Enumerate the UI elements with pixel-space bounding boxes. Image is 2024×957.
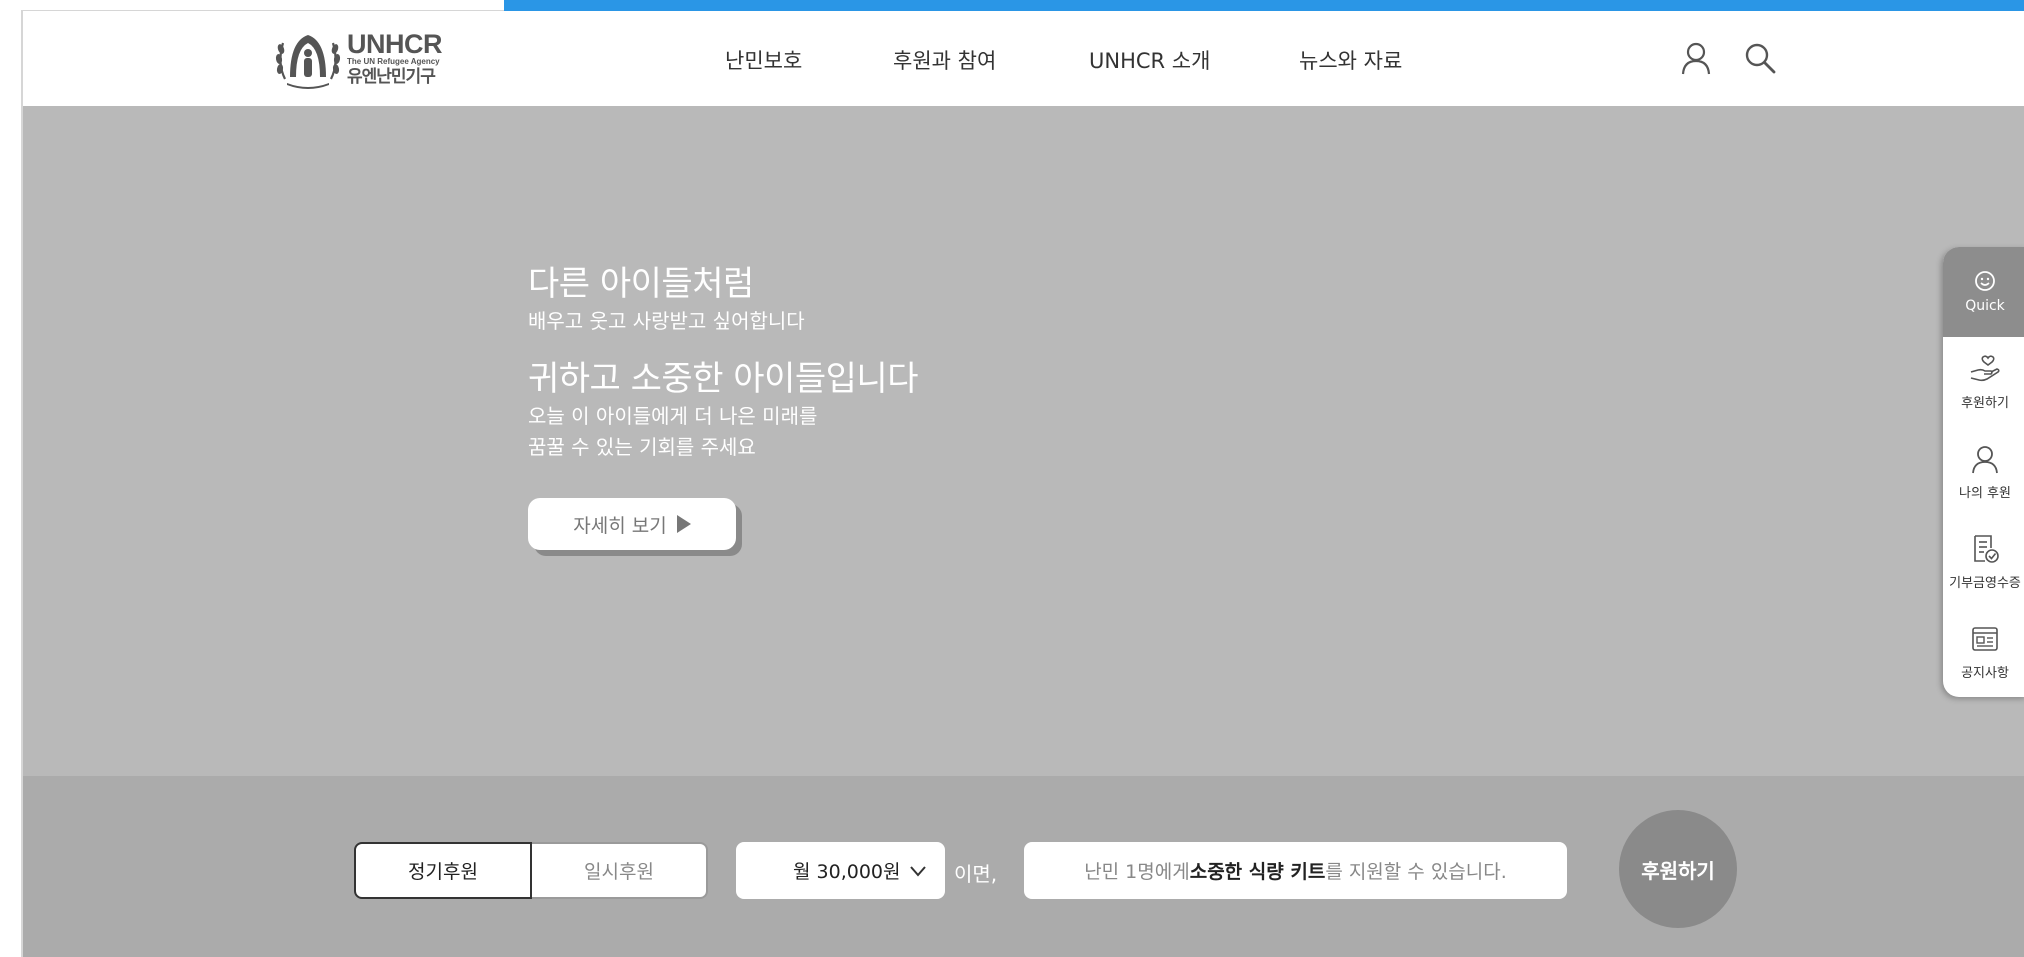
user-icon[interactable]: [1679, 41, 1713, 75]
quick-menu-toggle[interactable]: Quick: [1943, 247, 2024, 337]
hero-line-2: 오늘 이 아이들에게 더 나은 미래를: [528, 404, 818, 428]
more-button-label: 자세히 보기: [573, 514, 667, 537]
site-header: UNHCR The UN Refugee Agency 유엔난민기구 난민보호 …: [23, 11, 2024, 106]
main-nav: 난민보호 후원과 참여 UNHCR 소개 뉴스와 자료: [23, 11, 2024, 106]
quick-item-receipt-label: 기부금영수증: [1949, 575, 2021, 591]
play-icon: [676, 515, 691, 533]
quick-menu-label: Quick: [1965, 298, 2005, 314]
nav-item-about-unhcr[interactable]: UNHCR 소개: [1089, 45, 1210, 75]
donation-type-toggle: 정기후원 일시후원: [354, 842, 708, 899]
one-time-donation-tab[interactable]: 일시후원: [532, 842, 708, 899]
donate-button[interactable]: 후원하기: [1619, 810, 1737, 928]
user-icon: [1972, 445, 1998, 473]
quick-item-donate[interactable]: 후원하기: [1943, 337, 2024, 427]
quick-item-receipt[interactable]: 기부금영수증: [1943, 517, 2024, 607]
impact-post: 를 지원할 수 있습니다.: [1325, 861, 1507, 883]
chevron-down-icon: [910, 866, 926, 877]
search-icon[interactable]: [1743, 41, 1777, 75]
donation-impact-text: 난민 1명에게 소중한 식량 키트 를 지원할 수 있습니다.: [1024, 842, 1567, 899]
heart-hand-icon: [1970, 354, 2000, 381]
nav-item-support-participation[interactable]: 후원과 참여: [893, 45, 996, 75]
nav-item-news-resources[interactable]: 뉴스와 자료: [1299, 45, 1402, 75]
donation-bar: 정기후원 일시후원 월 30,000원 이면, 난민 1명에게 소중한 식량 키…: [23, 776, 2024, 957]
impact-highlight: 소중한 식량 키트: [1189, 861, 1326, 883]
accent-top-bar: [504, 0, 2024, 11]
amount-suffix: 이면,: [954, 862, 998, 886]
amount-select[interactable]: 월 30,000원: [736, 842, 945, 899]
quick-item-my-donation[interactable]: 나의 후원: [1943, 427, 2024, 517]
nav-item-refugee-protection[interactable]: 난민보호: [725, 45, 802, 75]
receipt-icon: [1974, 534, 1999, 563]
quick-item-donate-label: 후원하기: [1961, 395, 2009, 411]
news-icon: [1972, 626, 1998, 651]
amount-value: 월 30,000원: [793, 861, 901, 883]
hero-line-1: 배우고 웃고 사랑받고 싶어합니다: [528, 309, 805, 333]
quick-item-notice[interactable]: 공지사항: [1943, 607, 2024, 697]
more-button[interactable]: 자세히 보기: [528, 498, 736, 550]
smile-icon: [1975, 271, 1995, 291]
hero-copy: 다른 아이들처럼 배우고 웃고 사랑받고 싶어합니다 귀하고 소중한 아이들입니…: [528, 262, 918, 463]
quick-item-notice-label: 공지사항: [1961, 665, 2009, 681]
quick-menu: Quick 후원하기 나의 후원 기부금영수증 공지사항: [1943, 247, 2024, 697]
hero-heading-1: 다른 아이들처럼: [528, 264, 754, 304]
hero-heading-2: 귀하고 소중한 아이들입니다: [528, 359, 918, 399]
regular-donation-tab[interactable]: 정기후원: [354, 842, 532, 899]
impact-pre: 난민 1명에게: [1084, 861, 1190, 883]
page: UNHCR The UN Refugee Agency 유엔난민기구 난민보호 …: [0, 0, 2024, 957]
hero-line-3: 꿈꿀 수 있는 기회를 주세요: [528, 435, 756, 459]
quick-item-my-donation-label: 나의 후원: [1959, 485, 2011, 501]
hero-banner: 다른 아이들처럼 배우고 웃고 사랑받고 싶어합니다 귀하고 소중한 아이들입니…: [23, 106, 2024, 776]
